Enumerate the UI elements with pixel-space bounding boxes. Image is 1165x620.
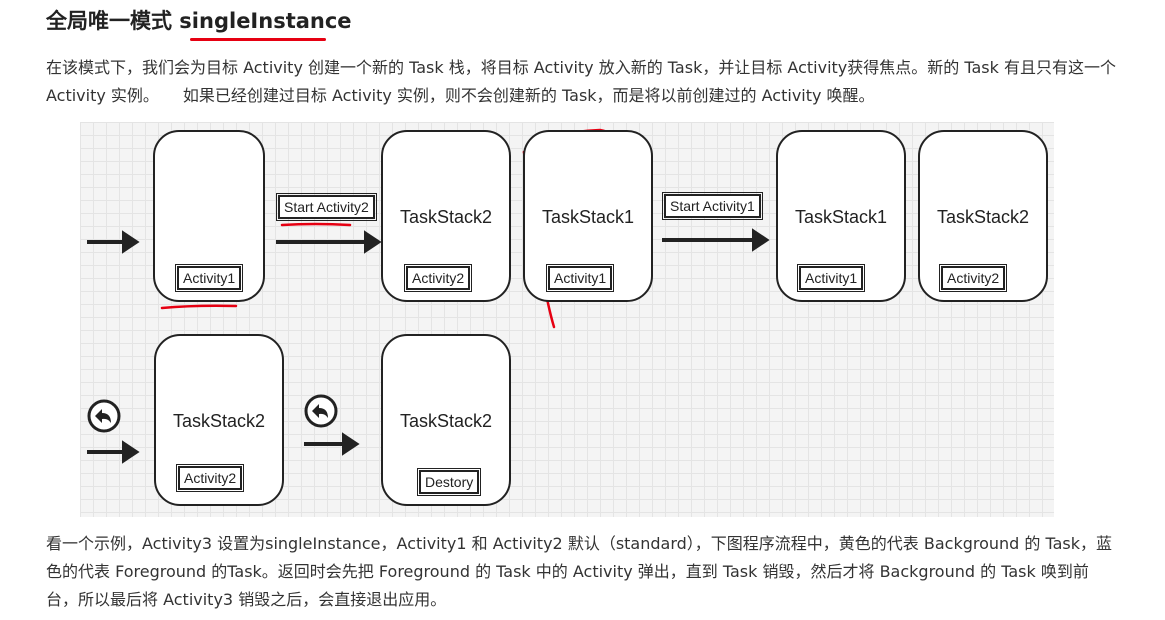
stack-title: TaskStack2 [936,207,1030,227]
right-arrow-icon [662,228,770,252]
section-heading: 全局唯一模式 singleInstance [46,9,352,33]
start-activity2-label: Start Activity2 [276,193,377,221]
stack-card-6: TaskStack2 Activity2 [154,334,284,506]
stack-title: TaskStack2 [399,411,493,431]
stack-title: TaskStack1 [541,207,635,227]
example-paragraph: 看一个示例，Activity3 设置为singleInstance，Activi… [46,534,1113,609]
stack-title: TaskStack2 [399,207,493,227]
activity-label: Activity1 [174,264,244,292]
stack-card-1: Activity1 [153,130,265,302]
stack-title: TaskStack1 [794,207,888,227]
heading-red-underline [190,38,326,41]
right-arrow-icon [304,432,360,456]
stack-card-5: TaskStack2 Activity2 [918,130,1048,302]
back-circle-icon [87,399,121,433]
stack-card-3: TaskStack1 Activity1 [523,130,653,302]
stack-title: TaskStack2 [172,411,266,431]
start-activity1-label: Start Activity1 [662,192,763,220]
activity-label: Activity2 [403,264,473,292]
activity-label: Activity2 [938,264,1008,292]
activity-label: Activity1 [796,264,866,292]
destory-label: Destory [416,468,482,496]
task-stack-diagram: Activity1 Start Activity2 TaskStack2 Act… [80,122,1054,517]
stack-card-4: TaskStack1 Activity1 [776,130,906,302]
stack-card-2: TaskStack2 Activity2 [381,130,511,302]
stack-card-7: TaskStack2 Destory [381,334,511,506]
activity-label: Activity2 [175,464,245,492]
back-circle-icon [304,394,338,428]
intro-paragraph: 在该模式下，我们会为目标 Activity 创建一个新的 Task 栈，将目标 … [46,58,1116,105]
right-arrow-icon [276,230,382,254]
right-arrow-icon [87,230,140,254]
right-arrow-icon [87,440,140,464]
activity-label: Activity1 [545,264,615,292]
